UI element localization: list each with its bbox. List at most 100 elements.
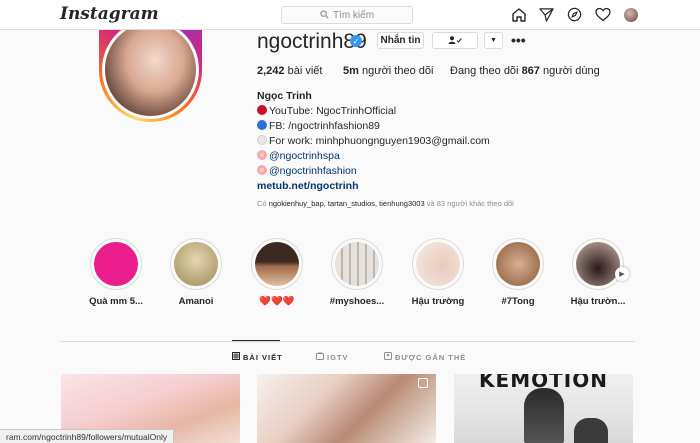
highlight-cover — [496, 242, 540, 286]
bio-line-work: For work: minhphuongnguyen1903@gmail.com — [257, 134, 490, 149]
mutual-followers-link[interactable]: Có ngokienhuy_bap, tartan_studios, tienh… — [257, 199, 514, 208]
suggestions-dropdown-button[interactable]: ▼ — [484, 32, 503, 49]
highlight-label: Amanoi — [178, 296, 214, 307]
bio-line-fb: FB: /ngoctrinhfashion89 — [257, 119, 490, 134]
bio-line-youtube: YouTube: NgocTrinhOfficial — [257, 104, 490, 119]
bio-full-name: Ngọc Trinh — [257, 90, 312, 102]
posts-count: 2,242 — [257, 65, 285, 77]
followers-label: người theo dõi — [361, 65, 434, 77]
tab-igtv-label: IGTV — [327, 352, 349, 362]
more-options-icon[interactable]: ••• — [511, 32, 526, 48]
post-thumbnail[interactable] — [257, 374, 436, 443]
story-highlight[interactable]: Hậu trường — [412, 238, 464, 307]
highlight-ring — [90, 238, 142, 290]
instagram-logo[interactable]: Instagram — [60, 4, 159, 24]
white-circle-icon — [257, 135, 267, 145]
following-button[interactable] — [432, 32, 478, 49]
highlight-label: ❤️❤️❤️ — [259, 296, 295, 307]
grid-icon — [232, 352, 240, 362]
followers-count: 5m — [343, 65, 359, 77]
story-highlight[interactable]: Amanoi — [170, 238, 222, 307]
tab-tagged[interactable]: ĐƯỢC GẮN THẺ — [384, 352, 466, 362]
following-count: 867 — [521, 65, 540, 77]
profile-photo — [105, 30, 196, 116]
tab-tagged-label: ĐƯỢC GẮN THẺ — [395, 352, 467, 362]
highlights-next-arrow-icon[interactable]: ▶ — [615, 267, 629, 281]
story-highlight[interactable]: #myshoes... — [330, 238, 384, 307]
highlight-ring — [170, 238, 222, 290]
highlight-label: Quà mm 5... — [89, 296, 143, 307]
profile-avatar-ring[interactable] — [99, 30, 202, 122]
caret-down-icon: ▼ — [490, 37, 497, 44]
bio-line-tag1: @ngoctrinhspa — [257, 149, 490, 164]
tab-posts[interactable]: BÀI VIẾT — [232, 352, 283, 362]
highlight-cover — [416, 242, 460, 286]
highlight-label: #myshoes... — [329, 296, 385, 307]
post-figure — [574, 418, 608, 443]
story-highlight[interactable]: Hậu trườn... — [571, 238, 625, 307]
highlight-ring — [572, 238, 624, 290]
direct-icon[interactable] — [538, 6, 555, 23]
highlight-ring — [492, 238, 544, 290]
highlight-cover — [255, 242, 299, 286]
cherry-blossom-icon — [257, 165, 267, 175]
search-icon — [320, 9, 329, 21]
top-nav-bar: Instagram Tìm kiếm — [0, 0, 700, 30]
stat-followers[interactable]: 5m người theo dõi — [343, 65, 433, 77]
highlight-ring — [251, 238, 303, 290]
mutual-prefix: Có — [257, 199, 267, 208]
profile-avatar[interactable] — [622, 6, 639, 23]
tabs-divider — [60, 341, 635, 342]
story-highlight[interactable]: Quà mm 5... — [89, 238, 143, 307]
highlight-label: #7Tong — [501, 296, 535, 307]
verified-badge-icon: ✓ — [350, 35, 362, 47]
bio-work: For work: minhphuongnguyen1903@gmail.com — [269, 135, 490, 147]
explore-icon[interactable] — [566, 6, 583, 23]
home-icon[interactable] — [510, 6, 527, 23]
heart-icon[interactable] — [594, 6, 611, 23]
person-check-icon — [448, 35, 462, 46]
bio-website-link[interactable]: metub.net/ngoctrinh — [257, 179, 490, 194]
following-label: người dùng — [542, 65, 600, 77]
highlight-cover — [335, 242, 379, 286]
avatar — [623, 8, 638, 22]
active-tab-indicator — [232, 340, 280, 341]
message-button[interactable]: Nhắn tin — [377, 32, 424, 49]
highlight-ring — [331, 238, 383, 290]
bio-tag-fashion[interactable]: @ngoctrinhfashion — [269, 165, 357, 177]
red-circle-icon — [257, 105, 267, 115]
bio-line-tag2: @ngoctrinhfashion — [257, 164, 490, 179]
cherry-blossom-icon — [257, 150, 267, 160]
nav-icon-group — [510, 6, 639, 23]
multiple-photos-icon — [418, 378, 428, 388]
browser-status-url: ram.com/ngoctrinh89/followers/mutualOnly — [0, 429, 175, 443]
tab-igtv[interactable]: IGTV — [316, 351, 349, 362]
igtv-icon — [316, 351, 324, 362]
search-input[interactable]: Tìm kiếm — [281, 6, 413, 24]
blue-circle-icon — [257, 120, 267, 130]
highlight-label: Hậu trườn... — [570, 296, 626, 307]
story-highlight[interactable]: #7Tong — [492, 238, 544, 307]
avatar-inner — [102, 30, 199, 119]
bio-youtube: YouTube: NgocTrinhOfficial — [269, 105, 397, 117]
bio-fb: FB: /ngoctrinhfashion89 — [269, 120, 380, 132]
mutual-suffix: và 83 người khác theo dõi — [426, 199, 514, 208]
post-figure — [524, 388, 564, 443]
highlight-cover — [174, 242, 218, 286]
story-highlight[interactable]: ❤️❤️❤️ — [251, 238, 303, 307]
highlight-ring — [412, 238, 464, 290]
highlight-cover — [94, 242, 138, 286]
post-thumbnail[interactable]: KEMOTION — [454, 374, 633, 443]
following-prefix: Đang theo dõi — [450, 65, 519, 77]
highlight-cover — [576, 242, 620, 286]
search-placeholder: Tìm kiếm — [332, 9, 375, 21]
tab-posts-label: BÀI VIẾT — [243, 352, 283, 362]
stat-following[interactable]: Đang theo dõi 867 người dùng — [450, 65, 600, 77]
posts-label: bài viết — [287, 65, 323, 77]
tag-person-icon — [384, 352, 392, 362]
mutual-names: ngokienhuy_bap, tartan_studios, tienhung… — [268, 199, 425, 208]
highlight-label: Hậu trường — [411, 296, 465, 307]
stat-posts: 2,242 bài viết — [257, 65, 322, 77]
profile-bio: Ngọc Trinh YouTube: NgocTrinhOfficial FB… — [257, 89, 490, 194]
bio-tag-spa[interactable]: @ngoctrinhspa — [269, 150, 340, 162]
